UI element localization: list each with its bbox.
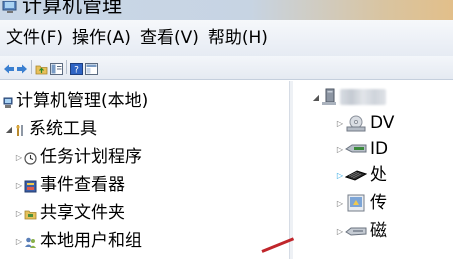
device-item-dvd[interactable]: ▷ DV (335, 111, 395, 135)
system-tools-icon (14, 122, 26, 136)
processor-icon (344, 166, 368, 184)
expand-arrow-icon[interactable]: ▷ (335, 199, 345, 208)
expand-arrow-icon[interactable]: ▷ (335, 145, 345, 154)
device-item-disk[interactable]: ▷ 磁 (335, 219, 387, 243)
tree-item-label: 共享文件夹 (40, 203, 125, 223)
tree-item-shared-folders[interactable]: ▷ 共享文件夹 (14, 201, 125, 225)
expand-arrow-icon[interactable]: ▷ (14, 209, 24, 218)
navigation-tree: 计算机管理(本地) ◢ 系统工具 ▷ 任务计划程序 ▷ 事件查看器 ▷ 共享文件… (0, 81, 289, 259)
expand-arrow-icon[interactable]: ▷ (14, 237, 24, 246)
device-item-sensor[interactable]: ▷ 传 (335, 191, 387, 215)
expand-arrow-icon[interactable]: ▷ (335, 171, 345, 180)
device-root[interactable]: ◢ (311, 85, 389, 109)
tree-item-label: 系统工具 (29, 119, 97, 139)
device-label: 传 (370, 193, 387, 213)
expand-arrow-icon[interactable]: ▷ (335, 227, 345, 236)
tree-item-label: 计算机管理(本地) (16, 91, 149, 111)
menu-file[interactable]: 文件(F) (2, 27, 68, 49)
console-pane-icon[interactable] (85, 60, 98, 75)
clock-icon (24, 150, 37, 165)
title-bar[interactable]: 计算机管理 (0, 0, 453, 20)
dvd-drive-icon (345, 114, 367, 132)
disk-drive-icon (345, 222, 367, 240)
tree-item-event-viewer[interactable]: ▷ 事件查看器 (14, 173, 125, 197)
tree-item-local-users-groups[interactable]: ▷ 本地用户和组 (14, 229, 142, 253)
event-viewer-icon (24, 178, 37, 193)
computer-management-window: 计算机管理 文件(F) 操作(A) 查看(V) 帮助(H) ? 计算机管理(本地… (0, 0, 453, 259)
help-icon[interactable]: ? (70, 60, 83, 76)
window-title: 计算机管理 (22, 0, 122, 17)
device-list: ◢ ▷ DV ▷ ID ▷ 处 ▷ 传 ▷ 磁 (293, 81, 453, 259)
menu-action[interactable]: 操作(A) (68, 27, 136, 49)
sensor-icon (345, 193, 367, 213)
device-label: 处 (370, 165, 387, 185)
toolbar-separator (66, 60, 67, 74)
users-icon (24, 234, 37, 248)
blurred-computer-name (340, 89, 386, 105)
menu-view[interactable]: 查看(V) (136, 27, 204, 49)
expand-arrow-icon[interactable]: ▷ (335, 119, 345, 128)
menu-help[interactable]: 帮助(H) (204, 27, 273, 49)
collapse-arrow-icon[interactable]: ◢ (4, 125, 14, 134)
ide-controller-icon (345, 140, 367, 158)
forward-arrow-icon[interactable] (16, 60, 28, 74)
tree-item-task-scheduler[interactable]: ▷ 任务计划程序 (14, 145, 142, 169)
tree-item-label: 事件查看器 (40, 175, 125, 195)
collapse-arrow-icon[interactable]: ◢ (311, 93, 321, 102)
computer-management-icon (3, 94, 13, 108)
tree-item-label: 本地用户和组 (40, 231, 142, 251)
tree-item-label: 任务计划程序 (40, 147, 142, 167)
device-label: 磁 (370, 221, 387, 241)
tree-item-computer-management[interactable]: 计算机管理(本地) (3, 89, 148, 113)
tree-item-system-tools[interactable]: ◢ 系统工具 (4, 117, 97, 141)
expand-arrow-icon[interactable]: ▷ (14, 181, 24, 190)
expand-arrow-icon[interactable]: ▷ (14, 153, 24, 162)
toolbar-separator (31, 60, 32, 74)
shared-folder-icon (24, 206, 37, 220)
device-item-processor[interactable]: ▷ 处 (335, 163, 387, 187)
device-item-ide[interactable]: ▷ ID (335, 137, 388, 161)
computer-icon (321, 88, 337, 106)
up-folder-icon[interactable] (35, 60, 48, 75)
toolbar: ? (0, 56, 453, 80)
device-label: ID (370, 139, 389, 159)
back-arrow-icon[interactable] (3, 60, 15, 74)
menu-bar: 文件(F) 操作(A) 查看(V) 帮助(H) (0, 20, 453, 56)
show-hide-tree-icon[interactable] (50, 60, 63, 75)
svg-text:?: ? (74, 66, 79, 76)
computer-management-icon (2, 0, 18, 14)
device-label: DV (370, 113, 395, 133)
